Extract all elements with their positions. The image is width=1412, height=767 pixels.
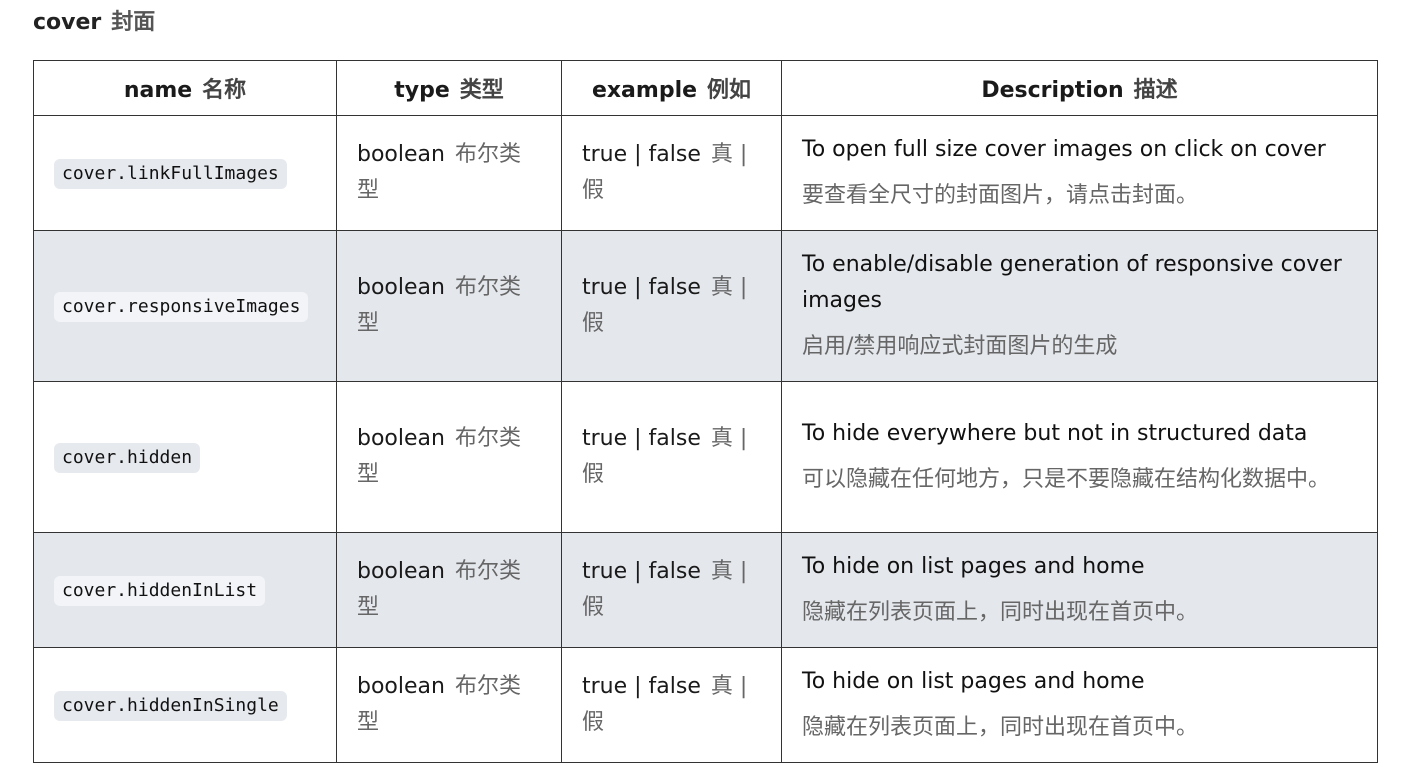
table-header-row: name 名称 type 类型 example 例如 Description 描述 — [33, 60, 1378, 116]
column-header-description: Description 描述 — [781, 60, 1378, 116]
param-name-cell: cover.hiddenInSingle — [33, 647, 337, 763]
param-name-cell: cover.responsiveImages — [33, 230, 337, 382]
param-description-cell: To enable/disable generation of responsi… — [781, 230, 1378, 382]
parameters-table: name 名称 type 类型 example 例如 Description 描述 co… — [33, 60, 1378, 763]
param-description-cell: To hide everywhere but not in structured… — [781, 381, 1378, 533]
table-row: cover.hiddenInList boolean 布尔类型 true | fa… — [33, 532, 1378, 648]
param-example-cell: true | false 真 | 假 — [561, 532, 782, 648]
param-name-code: cover.hidden — [54, 443, 201, 473]
section-title-zh: 封面 — [111, 10, 156, 35]
param-type-cell: boolean 布尔类型 — [336, 647, 562, 763]
column-header-name: name 名称 — [33, 60, 337, 116]
param-name-code: cover.responsiveImages — [54, 292, 309, 322]
param-name-cell: cover.hiddenInList — [33, 532, 337, 648]
param-name-code: cover.hiddenInSingle — [54, 691, 287, 721]
param-description-cell: To hide on list pages and home 隐藏在列表页面上，同… — [781, 647, 1378, 763]
section-title-en: cover — [33, 10, 102, 35]
param-type-cell: boolean 布尔类型 — [336, 532, 562, 648]
table-row: cover.hiddenInSingle boolean 布尔类型 true | … — [33, 647, 1378, 763]
param-type-cell: boolean 布尔类型 — [336, 381, 562, 533]
section-title: cover 封面 — [33, 8, 155, 38]
param-description-cell: To open full size cover images on click … — [781, 115, 1378, 231]
param-name-cell: cover.hidden — [33, 381, 337, 533]
table-row: cover.linkFullImages boolean 布尔类型 true | … — [33, 115, 1378, 231]
table-row: cover.responsiveImages boolean 布尔类型 true … — [33, 230, 1378, 382]
table-row: cover.hidden boolean 布尔类型 true | false 真 |… — [33, 381, 1378, 533]
param-name-code: cover.hiddenInList — [54, 576, 266, 606]
param-type-cell: boolean 布尔类型 — [336, 230, 562, 382]
param-example-cell: true | false 真 | 假 — [561, 230, 782, 382]
param-example-cell: true | false 真 | 假 — [561, 647, 782, 763]
param-name-code: cover.linkFullImages — [54, 159, 287, 189]
column-header-example: example 例如 — [561, 60, 782, 116]
param-name-cell: cover.linkFullImages — [33, 115, 337, 231]
param-type-cell: boolean 布尔类型 — [336, 115, 562, 231]
param-example-cell: true | false 真 | 假 — [561, 381, 782, 533]
param-example-cell: true | false 真 | 假 — [561, 115, 782, 231]
column-header-type: type 类型 — [336, 60, 562, 116]
param-description-cell: To hide on list pages and home 隐藏在列表页面上，同… — [781, 532, 1378, 648]
